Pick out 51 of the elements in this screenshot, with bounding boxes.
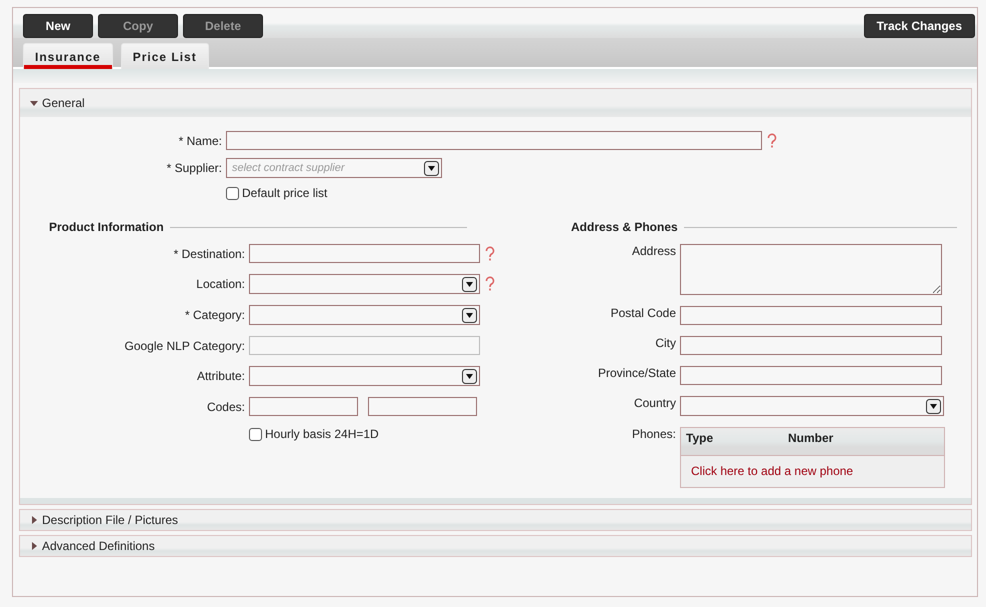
- track-changes-button[interactable]: Track Changes: [864, 14, 975, 38]
- caret-icon: [926, 398, 941, 414]
- add-phone-link[interactable]: Click here to add a new phone: [681, 456, 944, 487]
- section-header[interactable]: General: [20, 89, 971, 117]
- checkbox[interactable]: Default price list: [226, 186, 328, 200]
- field-label: * Destination:: [174, 246, 245, 260]
- field-label: Location:: [196, 277, 245, 291]
- field-label: * Category:: [184, 308, 245, 322]
- tab[interactable]: Price List: [120, 43, 209, 69]
- field-label: * Supplier:: [166, 161, 222, 175]
- column-header: Type: [686, 431, 714, 447]
- field-label: Postal Code: [610, 306, 676, 320]
- field-label: Attribute:: [196, 369, 245, 383]
- text-field[interactable]: [680, 366, 942, 385]
- text-field[interactable]: [249, 397, 358, 416]
- text-field[interactable]: [368, 397, 477, 416]
- triangle-right-icon: [30, 542, 38, 550]
- help-icon[interactable]: [766, 132, 778, 148]
- help-icon[interactable]: [484, 246, 496, 262]
- select-field[interactable]: [249, 366, 480, 386]
- column-header: Number: [788, 431, 834, 447]
- caret-icon: [462, 368, 477, 384]
- caret-icon: [462, 308, 477, 322]
- select-field[interactable]: [249, 274, 480, 294]
- toolbar-button[interactable]: New: [23, 14, 93, 38]
- triangle-down-icon: [30, 99, 38, 107]
- select-field[interactable]: [249, 305, 480, 325]
- section-heading: Address & Phones: [571, 220, 678, 234]
- text-field[interactable]: [226, 131, 762, 150]
- help-icon[interactable]: [484, 276, 496, 292]
- section-header[interactable]: Description File / Pictures: [20, 510, 971, 530]
- text-field[interactable]: [249, 244, 480, 263]
- field-label: Google NLP Category:: [124, 338, 245, 352]
- field-label: Country: [634, 396, 676, 410]
- checkbox[interactable]: Hourly basis 24H=1D: [249, 427, 379, 441]
- caret-icon: [424, 160, 439, 176]
- field-label: City: [655, 336, 676, 350]
- tab[interactable]: Insurance: [23, 43, 113, 69]
- triangle-right-icon: [30, 516, 38, 524]
- select-field[interactable]: [680, 396, 944, 416]
- text-field[interactable]: [680, 306, 942, 325]
- field-label: * Name:: [178, 134, 222, 148]
- section-heading: Product Information: [49, 220, 164, 234]
- field-label: Address: [632, 244, 676, 258]
- section-header[interactable]: Advanced Definitions: [20, 536, 971, 556]
- text-field[interactable]: [680, 336, 942, 355]
- field-label: Province/State: [598, 366, 676, 380]
- field-label: Codes:: [206, 400, 245, 414]
- text-area[interactable]: [680, 244, 942, 295]
- caret-icon: [462, 276, 477, 292]
- field-label: Phones:: [632, 427, 676, 441]
